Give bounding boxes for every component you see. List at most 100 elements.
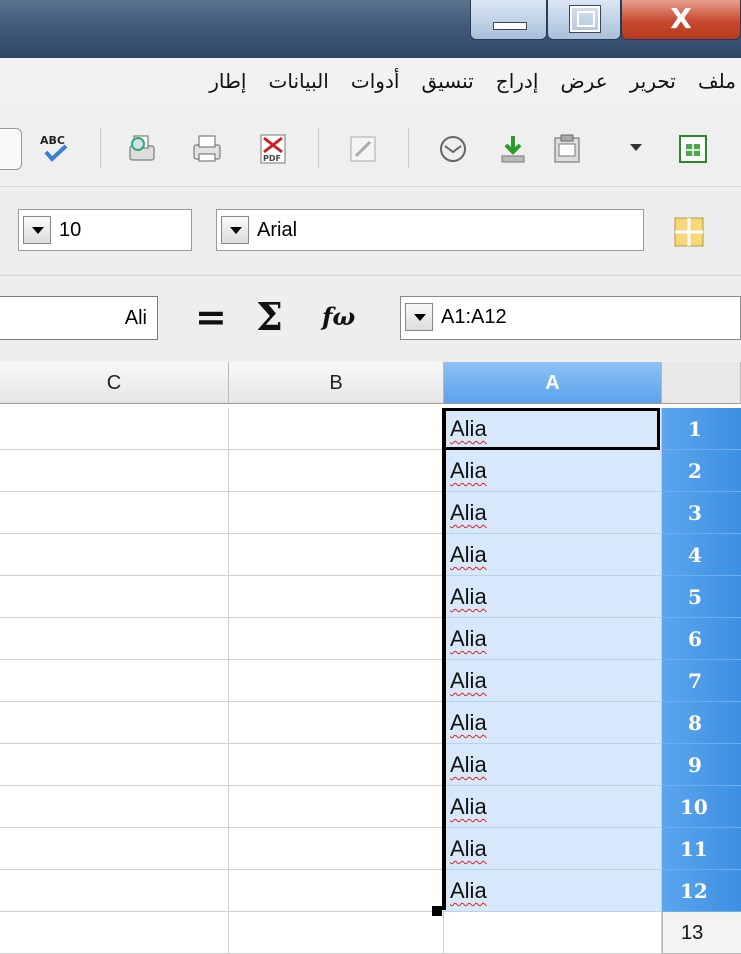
row-header[interactable]: 9 <box>662 744 741 786</box>
row-header[interactable]: 2 <box>662 450 741 492</box>
equals-icon[interactable]: = <box>195 294 227 339</box>
cell-b[interactable] <box>229 450 444 492</box>
formula-dropdown-button[interactable] <box>405 303 433 331</box>
column-header-a[interactable]: A <box>444 362 662 404</box>
cell-b[interactable] <box>229 492 444 534</box>
cell-b[interactable] <box>229 912 444 954</box>
cell-a[interactable]: Alia <box>444 534 662 576</box>
cell-text: Alia <box>450 626 487 651</box>
spreadsheet-icon[interactable] <box>676 132 708 164</box>
select-all-corner[interactable] <box>662 362 741 404</box>
cell-c[interactable] <box>0 450 229 492</box>
close-button[interactable]: X <box>621 0 741 40</box>
row-header[interactable]: 6 <box>662 618 741 660</box>
cell-c[interactable] <box>0 660 229 702</box>
cell-a[interactable]: Alia <box>444 576 662 618</box>
cell-c[interactable] <box>0 870 229 912</box>
cell-b[interactable] <box>229 534 444 576</box>
cell-a[interactable]: Alia <box>444 702 662 744</box>
row-header[interactable]: 10 <box>662 786 741 828</box>
cell-c[interactable] <box>0 702 229 744</box>
row-header[interactable]: 5 <box>662 576 741 618</box>
cell-a[interactable]: Alia <box>444 408 662 450</box>
cell-b[interactable] <box>229 702 444 744</box>
menu-insert[interactable]: إدراج <box>496 58 539 104</box>
toolbar-overflow-button[interactable] <box>0 128 22 170</box>
email-icon[interactable] <box>436 132 468 164</box>
cell-b[interactable] <box>229 870 444 912</box>
font-name-combo[interactable]: Arial <box>216 209 644 251</box>
cell-a[interactable]: Alia <box>444 450 662 492</box>
cell-a[interactable]: Alia <box>444 744 662 786</box>
row-header[interactable]: 11 <box>662 828 741 870</box>
formula-input[interactable]: A1:A12 <box>400 296 741 340</box>
cell-b[interactable] <box>229 408 444 450</box>
selection-left-edge <box>442 408 446 910</box>
cell-c[interactable] <box>0 534 229 576</box>
row-header[interactable]: 3 <box>662 492 741 534</box>
row-header[interactable]: 13 <box>662 912 741 954</box>
cell-a[interactable]: Alia <box>444 786 662 828</box>
row-header[interactable]: 1 <box>662 408 741 450</box>
minimize-button[interactable] <box>470 0 547 40</box>
cell-c[interactable] <box>0 912 229 954</box>
borders-icon[interactable] <box>672 215 706 249</box>
print-icon[interactable] <box>190 132 222 164</box>
maximize-button[interactable] <box>547 0 621 40</box>
cell-a[interactable]: Alia <box>444 618 662 660</box>
font-size-combo[interactable]: 10 <box>18 209 192 251</box>
menu-edit[interactable]: تحرير <box>630 58 676 104</box>
paste-dropdown-arrow[interactable] <box>630 144 642 151</box>
name-box[interactable]: Ali <box>0 296 158 340</box>
fill-handle[interactable] <box>432 906 442 916</box>
table-row: 13 <box>0 912 741 954</box>
cell-c[interactable] <box>0 744 229 786</box>
menu-view[interactable]: عرض <box>560 58 607 104</box>
cell-text: Alia <box>450 500 487 525</box>
cell-b[interactable] <box>229 660 444 702</box>
table-row: Alia 6 <box>0 618 741 660</box>
font-size-value: 10 <box>59 219 82 241</box>
cell-c[interactable] <box>0 828 229 870</box>
export-pdf-icon[interactable]: PDF <box>256 132 288 164</box>
row-header[interactable]: 12 <box>662 870 741 912</box>
cell-b[interactable] <box>229 828 444 870</box>
menu-window[interactable]: إطار <box>209 58 246 104</box>
cell-c[interactable] <box>0 492 229 534</box>
cell-a[interactable]: Alia <box>444 828 662 870</box>
table-row: Alia 1 <box>0 408 741 450</box>
cell-a[interactable] <box>444 912 662 954</box>
cell-c[interactable] <box>0 408 229 450</box>
menu-data[interactable]: البيانات <box>269 58 329 104</box>
row-header[interactable]: 4 <box>662 534 741 576</box>
row-header[interactable]: 7 <box>662 660 741 702</box>
font-name-dropdown-button[interactable] <box>221 216 249 244</box>
restore-icon <box>570 6 600 32</box>
cell-a[interactable]: Alia <box>444 492 662 534</box>
edit-file-icon[interactable] <box>346 132 378 164</box>
font-size-dropdown-button[interactable] <box>23 216 51 244</box>
menu-format[interactable]: تنسيق <box>422 58 474 104</box>
print-preview-icon[interactable] <box>124 132 156 164</box>
sum-icon[interactable]: Σ <box>256 294 283 339</box>
cell-c[interactable] <box>0 576 229 618</box>
spellcheck-icon[interactable]: ABC <box>38 132 70 164</box>
cell-b[interactable] <box>229 618 444 660</box>
cell-c[interactable] <box>0 618 229 660</box>
cell-a[interactable]: Alia <box>444 660 662 702</box>
cell-b[interactable] <box>229 576 444 618</box>
cell-b[interactable] <box>229 786 444 828</box>
menu-file[interactable]: ملف <box>698 58 736 104</box>
cell-c[interactable] <box>0 786 229 828</box>
paste-icon[interactable] <box>550 132 582 164</box>
column-header-c[interactable]: C <box>0 362 229 404</box>
column-header-b[interactable]: B <box>229 362 444 404</box>
cell-a[interactable]: Alia <box>444 870 662 912</box>
download-icon[interactable] <box>496 132 528 164</box>
cell-b[interactable] <box>229 744 444 786</box>
menu-tools[interactable]: أدوات <box>351 58 400 104</box>
function-wizard-icon[interactable]: fω <box>322 302 355 331</box>
row-header[interactable]: 8 <box>662 702 741 744</box>
toolbar-separator <box>100 128 101 168</box>
table-row: Alia 2 <box>0 450 741 492</box>
